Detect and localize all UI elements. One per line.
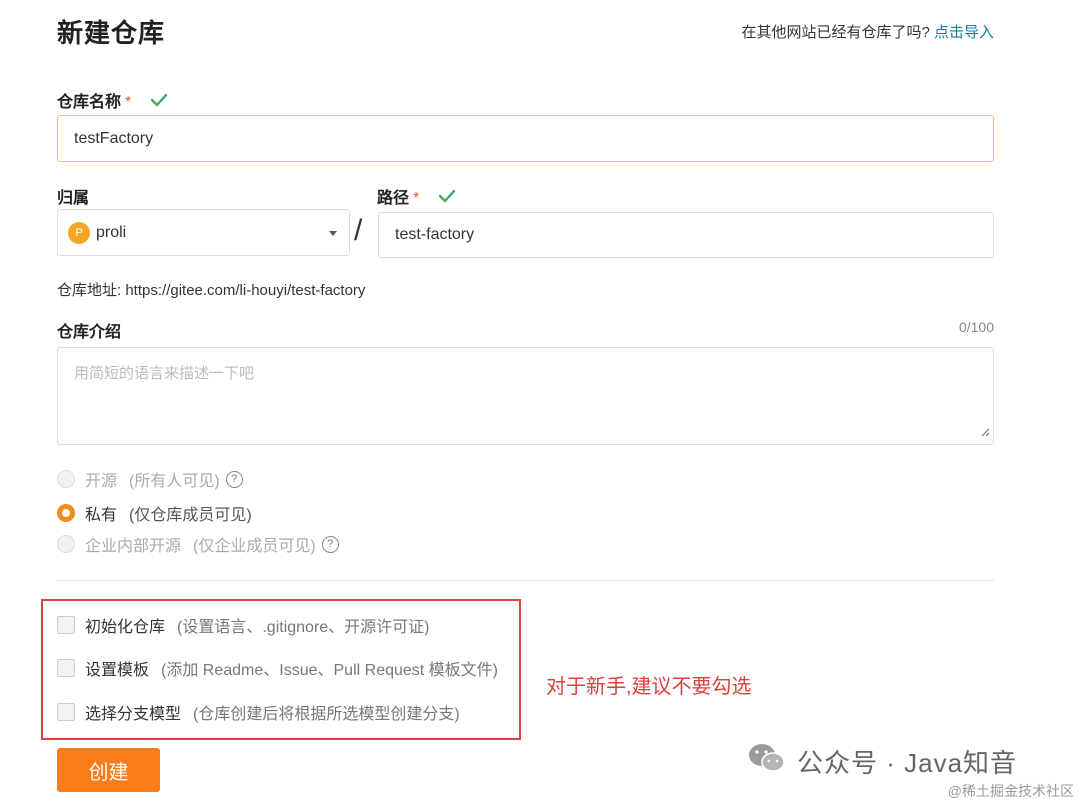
description-textarea[interactable]: 用简短的语言来描述一下吧	[57, 347, 994, 445]
watermark-sub: @稀土掘金技术社区	[947, 783, 1074, 799]
radio-label: 企业内部开源	[85, 538, 182, 555]
watermark-text: 公众号 · Java知音	[797, 748, 1018, 778]
create-button[interactable]: 创建	[57, 748, 160, 792]
description-counter: 0/100	[958, 319, 994, 335]
annotation-text: 对于新手,建议不要勾选	[546, 676, 752, 698]
radio-enterprise[interactable]: 企业内部开源 (仅企业成员可见) ?	[57, 532, 339, 556]
checkbox[interactable]	[57, 616, 75, 634]
watermark: 公众号 · Java知音	[747, 742, 1017, 781]
radio-hint: (所有人可见)	[129, 473, 220, 490]
check-icon	[438, 189, 456, 208]
owner-label: 归属	[57, 190, 90, 207]
required-mark: *	[125, 94, 132, 111]
avatar: P	[68, 221, 90, 244]
import-hint: 在其他网站已经有仓库了吗? 点击导入	[741, 21, 994, 42]
radio-private[interactable]: 私有 (仅仓库成员可见)	[57, 501, 252, 525]
radio-open-source[interactable]: 开源 (所有人可见) ?	[57, 467, 243, 491]
checkbox-label: 初始化仓库	[85, 619, 166, 636]
repo-name-input[interactable]: testFactory	[57, 115, 994, 162]
repo-url: 仓库地址: https://gitee.com/li-houyi/test-fa…	[57, 282, 366, 299]
chevron-down-icon	[329, 231, 337, 236]
checkbox-template[interactable]: 设置模板 (添加 Readme、Issue、Pull Request 模板文件)	[57, 656, 498, 680]
required-mark: *	[413, 190, 420, 207]
description-label: 仓库介绍	[57, 324, 122, 341]
resize-handle-icon[interactable]	[981, 424, 990, 441]
radio-button[interactable]	[57, 470, 75, 488]
import-link[interactable]: 点击导入	[934, 24, 994, 41]
radio-button[interactable]	[57, 504, 75, 522]
repo-name-label: 仓库名称 *	[57, 88, 168, 112]
checkbox-hint: (设置语言、.gitignore、开源许可证)	[177, 619, 430, 636]
path-label: 路径 *	[377, 184, 456, 208]
wechat-icon	[747, 742, 787, 781]
import-prompt: 在其他网站已经有仓库了吗?	[741, 24, 930, 41]
divider	[57, 580, 994, 581]
owner-select[interactable]: P proli	[57, 209, 350, 256]
help-icon[interactable]: ?	[321, 535, 339, 553]
checkbox-init-repo[interactable]: 初始化仓库 (设置语言、.gitignore、开源许可证)	[57, 613, 430, 637]
radio-label: 私有	[85, 507, 118, 524]
page-title: 新建仓库	[57, 18, 166, 48]
path-separator: /	[354, 214, 363, 247]
repo-name-value: testFactory	[74, 129, 154, 147]
path-value: test-factory	[395, 226, 475, 243]
radio-hint: (仅仓库成员可见)	[129, 507, 252, 524]
checkbox-label: 选择分支模型	[85, 706, 182, 723]
checkbox-branch-model[interactable]: 选择分支模型 (仓库创建后将根据所选模型创建分支)	[57, 700, 460, 724]
check-icon	[150, 93, 168, 112]
radio-hint: (仅企业成员可见)	[193, 538, 316, 555]
checkbox[interactable]	[57, 703, 75, 721]
description-placeholder: 用简短的语言来描述一下吧	[74, 365, 255, 382]
help-icon[interactable]: ?	[225, 470, 243, 488]
checkbox-hint: (添加 Readme、Issue、Pull Request 模板文件)	[161, 662, 499, 679]
checkbox-label: 设置模板	[85, 662, 150, 679]
radio-button[interactable]	[57, 535, 75, 553]
radio-label: 开源	[85, 473, 118, 490]
checkbox[interactable]	[57, 659, 75, 677]
owner-value: proli	[96, 223, 127, 241]
checkbox-hint: (仓库创建后将根据所选模型创建分支)	[193, 706, 460, 723]
path-input[interactable]: test-factory	[378, 212, 994, 258]
